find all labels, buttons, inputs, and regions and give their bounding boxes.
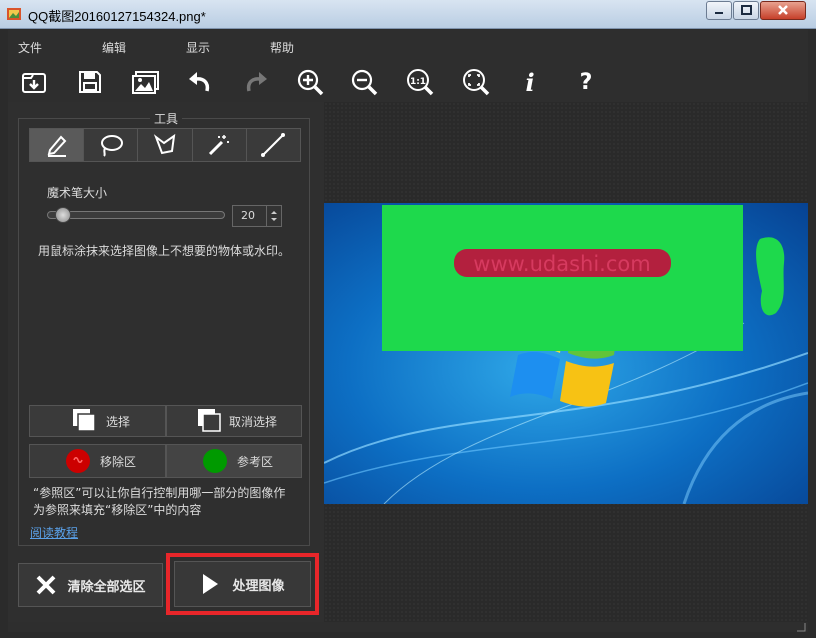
menu-bar: 文件 编辑 显示 帮助 (8, 30, 808, 62)
remove-region-icon (66, 449, 90, 473)
magic-wand-icon (209, 135, 230, 156)
brush-size-slider[interactable] (47, 211, 225, 219)
clear-all-selection-label: 清除全部选区 (67, 579, 146, 595)
tool-line[interactable] (247, 129, 300, 161)
brush-size-spinbox[interactable]: 20 (232, 205, 282, 227)
selection-overlay (382, 205, 743, 351)
open-button[interactable] (18, 66, 50, 98)
tool-magic-wand[interactable] (193, 129, 247, 161)
redo-button[interactable] (240, 66, 272, 98)
deselect-label: 取消选择 (229, 414, 278, 429)
resize-grip-icon (797, 623, 806, 632)
undo-button[interactable] (184, 66, 216, 98)
help-button[interactable]: ? (570, 66, 602, 98)
zoom-out-icon (351, 69, 378, 96)
tool-pencil[interactable] (30, 129, 85, 161)
clear-all-selection-button[interactable]: 清除全部选区 (18, 563, 163, 607)
zoom-1to1-icon: 1:1 (407, 69, 434, 96)
zoom-in-button[interactable] (294, 66, 326, 98)
undo-icon (189, 72, 210, 92)
help-icon: ? (579, 69, 593, 95)
spin-down-icon (271, 218, 277, 221)
region-desc-line2: 为参照来填充“移除区”中的内容 (33, 503, 202, 517)
window-title: QQ截图20160127154324.png* (28, 9, 206, 24)
pencil-icon (47, 135, 66, 157)
select-icon (73, 409, 96, 432)
save-icon (79, 71, 101, 93)
brush-size-value: 20 (241, 209, 255, 222)
fit-button[interactable] (460, 66, 492, 98)
status-bar (8, 622, 808, 632)
zoom-in-icon (297, 69, 324, 96)
tools-group-title: 工具 (150, 110, 183, 127)
spin-up-icon (271, 211, 277, 214)
open-icon (22, 73, 46, 93)
redo-icon (246, 72, 267, 92)
tool-selector (29, 128, 301, 162)
tool-polygon-lasso[interactable] (138, 129, 193, 161)
tools-group (18, 118, 310, 546)
brush-size-slider-handle[interactable] (55, 207, 72, 223)
reference-region-icon (203, 449, 227, 473)
toolbar: 1:1 i ? (8, 62, 808, 103)
app-icon (6, 6, 22, 22)
zoom-out-button[interactable] (348, 66, 380, 98)
remove-region-label: 移除区 (100, 454, 137, 469)
minimize-button[interactable] (706, 1, 732, 20)
tool-lasso[interactable] (84, 129, 139, 161)
clear-x-icon (37, 575, 56, 595)
windows7-wallpaper-image: www.udashi.com (324, 203, 808, 504)
menu-file[interactable]: 文件 (18, 39, 42, 56)
select-label: 选择 (106, 414, 131, 429)
reference-region-label: 参考区 (237, 454, 274, 469)
info-button[interactable]: i (514, 66, 546, 98)
remove-region-button[interactable]: 移除区 (29, 444, 166, 478)
tutorial-link[interactable]: 阅读教程 (30, 524, 78, 541)
watermark-text: www.udashi.com (473, 252, 650, 276)
image-preview[interactable]: www.udashi.com (324, 203, 808, 504)
line-icon (261, 133, 286, 157)
fit-icon (463, 69, 490, 96)
menu-view[interactable]: 显示 (186, 39, 210, 56)
maximize-icon (741, 5, 752, 15)
select-button[interactable]: 选择 (29, 405, 166, 437)
zoom-1to1-label: 1:1 (410, 77, 426, 87)
menu-edit[interactable]: 编辑 (102, 39, 126, 56)
image-button[interactable] (130, 66, 162, 98)
close-button[interactable] (760, 1, 806, 20)
close-icon (778, 5, 788, 15)
image-icon (132, 71, 159, 94)
tool-hint: 用鼠标涂抹来选择图像上不想要的物体或水印。 (38, 244, 291, 258)
spin-buttons[interactable] (266, 206, 281, 226)
lasso-icon (100, 135, 123, 157)
polygon-lasso-icon (153, 133, 176, 155)
maximize-button[interactable] (733, 1, 759, 20)
minimize-icon (715, 12, 723, 14)
region-desc-line1: “参照区”可以让你自行控制用哪一部分的图像作 (33, 486, 286, 500)
reference-region-button[interactable]: 参考区 (166, 444, 302, 478)
info-icon: i (525, 67, 535, 97)
deselect-button[interactable]: 取消选择 (166, 405, 302, 437)
menu-help[interactable]: 帮助 (270, 39, 294, 56)
save-button[interactable] (74, 66, 106, 98)
brush-size-label: 魔术笔大小 (47, 186, 108, 200)
zoom-1to1-button[interactable]: 1:1 (404, 66, 436, 98)
deselect-icon (198, 409, 221, 432)
highlight-frame (166, 553, 319, 615)
